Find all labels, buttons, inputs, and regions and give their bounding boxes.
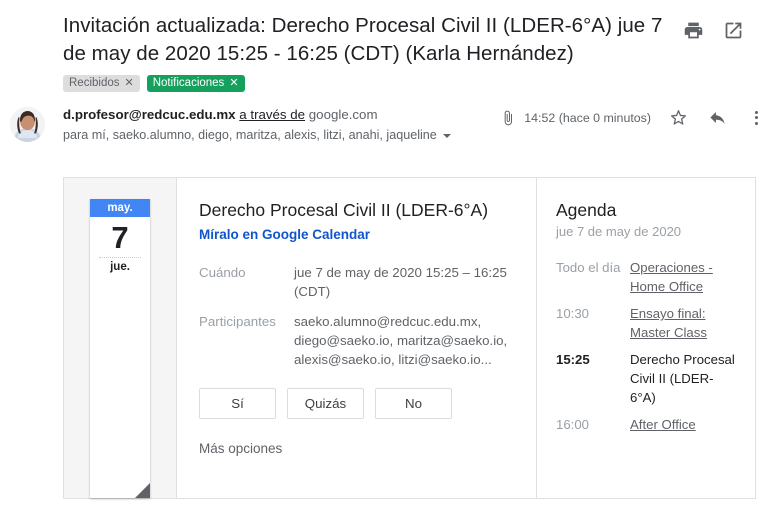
agenda-column: Agenda jue 7 de may de 2020 Todo el día … bbox=[537, 178, 755, 498]
rsvp-maybe-button[interactable]: Quizás bbox=[287, 388, 364, 419]
rsvp-no-button[interactable]: No bbox=[375, 388, 452, 419]
label-chips: Recibidos ✕ Notificaciones ✕ bbox=[0, 68, 773, 92]
date-weekday: jue. bbox=[110, 261, 130, 273]
agenda-date: jue 7 de may de 2020 bbox=[556, 224, 682, 239]
agenda-item: Todo el día Operaciones - Home Office bbox=[556, 258, 739, 296]
sender-row: d.profesor@redcuc.edu.mx a través de goo… bbox=[0, 92, 773, 144]
agenda-item-time: 10:30 bbox=[556, 306, 590, 321]
detail-row-when: Cuándo jue 7 de may de 2020 15:25 – 16:2… bbox=[199, 263, 512, 301]
more-vertical-icon[interactable] bbox=[747, 110, 765, 125]
agenda-list: Todo el día Operaciones - Home Office 10… bbox=[556, 258, 739, 434]
agenda-item-current: 15:25 Derecho Procesal Civil II (LDER-6°… bbox=[556, 350, 739, 407]
printer-icon[interactable] bbox=[683, 20, 704, 41]
agenda-item: 16:00 After Office bbox=[556, 415, 739, 434]
detail-value: jue 7 de may de 2020 15:25 – 16:25 (CDT) bbox=[294, 265, 507, 299]
invite-body-column: Derecho Procesal Civil II (LDER-6°A) Mír… bbox=[177, 178, 537, 498]
page-fold-corner bbox=[135, 483, 150, 498]
agenda-item-name[interactable]: After Office bbox=[630, 415, 739, 434]
detail-label: Cuándo bbox=[199, 265, 246, 280]
event-title: Derecho Procesal Civil II (LDER-6°A) bbox=[199, 200, 489, 220]
email-thread-view: Invitación actualizada: Derecho Procesal… bbox=[0, 0, 773, 511]
date-tile: may. 7 jue. bbox=[90, 199, 150, 498]
sender-details: d.profesor@redcuc.edu.mx a través de goo… bbox=[45, 106, 500, 144]
label-chip-text: Recibidos bbox=[69, 77, 120, 89]
via-domain: google.com bbox=[308, 107, 378, 122]
agenda-item-name[interactable]: Operaciones - Home Office bbox=[630, 258, 739, 296]
agenda-item: 10:30 Ensayo final: Master Class bbox=[556, 304, 739, 342]
open-in-new-window-icon[interactable] bbox=[723, 20, 744, 41]
subject-actions bbox=[683, 12, 748, 41]
more-options-link[interactable]: Más opciones bbox=[199, 441, 512, 456]
agenda-item-time: Todo el día bbox=[556, 260, 621, 275]
label-remove-icon[interactable]: ✕ bbox=[125, 75, 134, 92]
subject-header: Invitación actualizada: Derecho Procesal… bbox=[0, 0, 773, 68]
avatar[interactable] bbox=[10, 107, 45, 142]
recipients-text: para mí, saeko.alumno, diego, maritza, a… bbox=[63, 128, 437, 142]
label-chip-text: Notificaciones bbox=[152, 77, 225, 89]
star-icon[interactable] bbox=[669, 108, 688, 127]
agenda-item-name: Derecho Procesal Civil II (LDER-6°A) bbox=[630, 352, 735, 405]
label-chip-recibidos[interactable]: Recibidos ✕ bbox=[63, 75, 140, 92]
recipients-row[interactable]: para mí, saeko.alumno, diego, maritza, a… bbox=[63, 127, 500, 144]
invite-date-column: may. 7 jue. bbox=[64, 178, 177, 498]
date-month: may. bbox=[90, 199, 150, 217]
detail-row-participants: Participantes saeko.alumno@redcuc.edu.mx… bbox=[199, 312, 512, 369]
reply-arrow-icon[interactable] bbox=[708, 108, 727, 127]
calendar-invite-card: may. 7 jue. Derecho Procesal Civil II (L… bbox=[63, 177, 756, 499]
detail-value: saeko.alumno@redcuc.edu.mx, diego@saeko.… bbox=[294, 314, 508, 367]
event-details: Cuándo jue 7 de may de 2020 15:25 – 16:2… bbox=[199, 263, 512, 369]
date-day-number: 7 bbox=[111, 220, 129, 255]
label-remove-icon[interactable]: ✕ bbox=[229, 75, 238, 92]
agenda-title: Agenda bbox=[556, 200, 617, 220]
detail-label: Participantes bbox=[199, 314, 276, 329]
page-title: Invitación actualizada: Derecho Procesal… bbox=[63, 14, 663, 65]
message-actions: 14:52 (hace 0 minutos) bbox=[500, 106, 767, 127]
rsvp-buttons: Sí Quizás No bbox=[199, 388, 512, 419]
agenda-item-time: 16:00 bbox=[556, 417, 590, 432]
sender-email[interactable]: d.profesor@redcuc.edu.mx bbox=[63, 107, 236, 122]
rsvp-yes-button[interactable]: Sí bbox=[199, 388, 276, 419]
via-label[interactable]: a través de bbox=[239, 107, 305, 122]
avatar-photo bbox=[10, 107, 45, 142]
agenda-item-name[interactable]: Ensayo final: Master Class bbox=[630, 304, 739, 342]
message-timestamp: 14:52 (hace 0 minutos) bbox=[524, 110, 651, 125]
sender-line: d.profesor@redcuc.edu.mx a través de goo… bbox=[63, 106, 500, 124]
agenda-item-time: 15:25 bbox=[556, 352, 590, 367]
label-chip-notificaciones[interactable]: Notificaciones ✕ bbox=[146, 75, 245, 92]
paperclip-icon bbox=[504, 110, 513, 125]
chevron-down-icon[interactable] bbox=[442, 133, 451, 138]
view-in-google-calendar-link[interactable]: Míralo en Google Calendar bbox=[199, 226, 370, 244]
